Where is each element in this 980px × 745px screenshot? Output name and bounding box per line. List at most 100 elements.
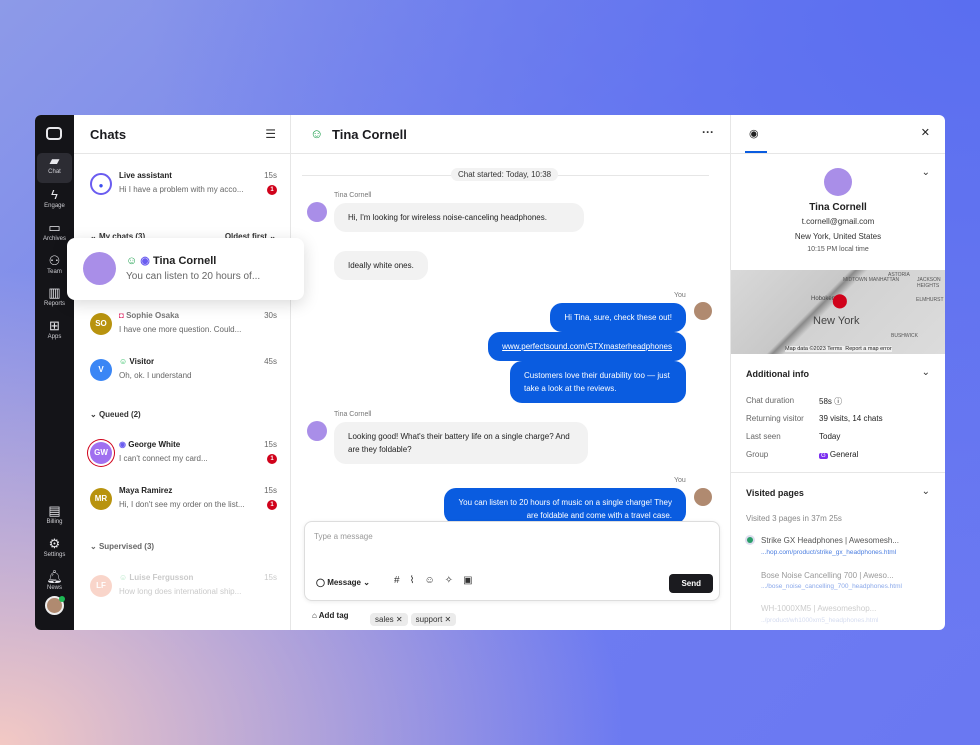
more-icon[interactable]: ··· <box>702 125 714 139</box>
sidebar-item-settings[interactable]: ⚙ Settings <box>37 536 72 566</box>
label: Group <box>746 450 769 459</box>
avatar: V <box>90 359 112 381</box>
emoji-icon[interactable]: ☺ <box>424 575 444 586</box>
value: General <box>829 450 859 459</box>
label: Apps <box>47 334 62 340</box>
avatar: GW <box>90 442 112 464</box>
queued-section[interactable]: ⌄ Queued (2) <box>90 410 141 419</box>
conversation: ☺ Tina Cornell ··· Chat started: Today, … <box>291 115 731 630</box>
filter-icon[interactable]: ☰ <box>265 127 276 141</box>
agent-avatar <box>694 302 712 320</box>
map-label: ELMHURST <box>916 297 944 303</box>
label: News <box>46 585 62 591</box>
message-mode-dropdown[interactable]: ◯ Message ⌄ <box>316 578 370 587</box>
send-button[interactable]: Send <box>669 574 713 593</box>
apps-icon: ⊞ <box>49 318 60 333</box>
message-input[interactable]: Type a message <box>314 532 373 541</box>
time: 45s <box>264 357 277 366</box>
remove-icon[interactable]: ✕ <box>396 615 403 624</box>
archive-icon: ▭ <box>48 220 61 235</box>
tag-chip[interactable]: sales ✕ <box>370 613 408 626</box>
time: 15s <box>264 440 277 449</box>
chat-item[interactable]: SO ◘ Sophie Osaka I have one more questi… <box>74 305 291 349</box>
label: Chat duration <box>746 396 795 405</box>
message-bubble: Hi, I'm looking for wireless noise-cance… <box>334 203 584 232</box>
map-city: New York <box>813 315 860 327</box>
label: Billing <box>46 519 63 525</box>
name: Maya Ramirez <box>119 486 173 495</box>
remove-icon[interactable]: ✕ <box>445 615 452 624</box>
chevron-down-icon[interactable]: ⌄ <box>922 367 930 378</box>
label: Message <box>327 578 361 587</box>
page-url[interactable]: ../product/wh1000xm5_headphones.html <box>761 617 878 624</box>
profile-tab-icon[interactable]: ◉ <box>749 127 759 140</box>
gear-icon: ⚙ <box>48 536 61 551</box>
chat-item[interactable]: V ☺ Visitor Oh, ok. I understand 45s <box>74 351 291 395</box>
time: 15s <box>264 171 277 180</box>
logo-icon <box>46 127 62 140</box>
add-tag-button[interactable]: ⌂ Add tag <box>312 611 349 620</box>
message-bubble: Looking good! What's their battery life … <box>334 422 588 464</box>
messenger-icon: ◉ <box>140 255 150 267</box>
preview: I have one more question. Could... <box>119 325 242 334</box>
preview: I can't connect my card... <box>119 454 208 463</box>
sender-name: You <box>674 477 686 484</box>
sender-name: Tina Cornell <box>334 411 372 418</box>
chat-started-label: Chat started: Today, 10:38 <box>451 168 559 181</box>
chat-item[interactable]: GW ◉ George White I can't connect my car… <box>74 434 291 478</box>
avatar: MR <box>90 488 112 510</box>
smiley-icon: ☺ <box>310 126 324 141</box>
smiley-icon: ☺ <box>119 573 128 582</box>
time: 30s <box>264 311 277 320</box>
link-bubble[interactable]: www.perfectsound.com/GTXmasterheadphones <box>488 332 686 361</box>
page-url[interactable]: .../bose_noise_cancelling_700_headphones… <box>761 583 902 590</box>
label: Archives <box>42 236 66 242</box>
chevron-down-icon[interactable]: ⌄ <box>922 486 930 497</box>
chat-item[interactable]: MR Maya Ramirez Hi, I don't see my order… <box>74 480 291 524</box>
sidebar-item-billing[interactable]: ▤ Billing <box>37 503 72 533</box>
chat-item-tina-cornell[interactable]: ☺ ◉ Tina Cornell You can listen to 20 ho… <box>67 238 304 300</box>
attach-icon[interactable]: ⌇ <box>410 575 425 586</box>
map-report-link[interactable]: Report a map error <box>845 346 891 352</box>
avatar: LF <box>90 575 112 597</box>
chat-item-live-assistant[interactable]: ● Live assistant Hi I have a problem wit… <box>74 165 291 209</box>
sidebar-item-news[interactable]: 🔔︎ News <box>37 569 72 599</box>
bell-icon: 🔔︎ <box>46 569 63 584</box>
sidebar-item-chat[interactable]: ▰ Chat <box>37 153 72 183</box>
name: Live assistant <box>119 171 172 180</box>
composer-tools: #⌇☺✧▣ <box>394 575 483 586</box>
value: 39 visits, 14 chats <box>819 414 883 423</box>
canned-response-icon[interactable]: ▣ <box>463 575 482 586</box>
map-attribution: Map data ©2023 <box>785 346 826 352</box>
tag-chip[interactable]: support ✕ <box>410 613 457 626</box>
page-title: Strike GX Headphones | Awesomesh... <box>761 536 900 545</box>
smiley-icon: ☺ <box>126 255 138 267</box>
close-icon[interactable]: ✕ <box>921 126 930 139</box>
sidebar-item-apps[interactable]: ⊞ Apps <box>37 318 72 348</box>
value: 58s <box>819 397 832 406</box>
magic-wand-icon[interactable]: ✧ <box>445 575 463 586</box>
chevron-down-icon[interactable]: ⌄ <box>922 167 930 178</box>
sidebar-item-engage[interactable]: ϟ Engage <box>37 187 72 217</box>
message-bubble: Customers love their durability too — ju… <box>510 361 686 403</box>
supervised-section[interactable]: ⌄ Supervised (3) <box>90 542 154 551</box>
label: sales <box>375 615 394 624</box>
chat-item[interactable]: LF ☺ Luise Fergusson How long does inter… <box>74 567 291 611</box>
assistant-icon: ● <box>90 173 112 195</box>
sender-name: Tina Cornell <box>334 192 372 199</box>
conversation-title: Tina Cornell <box>332 127 407 142</box>
hashtag-icon[interactable]: # <box>394 575 410 586</box>
label: Team <box>47 269 62 275</box>
page-url[interactable]: ...hop.com/product/strike_gx_headphones.… <box>761 549 896 556</box>
chat-icon: ▰ <box>49 153 60 168</box>
message-bubble: Hi Tina, sure, check these out! <box>550 303 686 332</box>
avatar: SO <box>90 313 112 335</box>
map-terms-link[interactable]: Terms <box>827 346 842 352</box>
info-icon[interactable]: ⓘ <box>834 397 842 406</box>
map[interactable]: MIDTOWN MANHATTAN ASTORIA JACKSON HEIGHT… <box>731 270 945 354</box>
name: George White <box>128 440 181 449</box>
label: Returning visitor <box>746 414 804 423</box>
customer-location: New York, United States <box>794 232 882 241</box>
message-bubble: You can listen to 20 hours of music on a… <box>444 488 686 524</box>
name: Tina Cornell <box>152 255 217 267</box>
